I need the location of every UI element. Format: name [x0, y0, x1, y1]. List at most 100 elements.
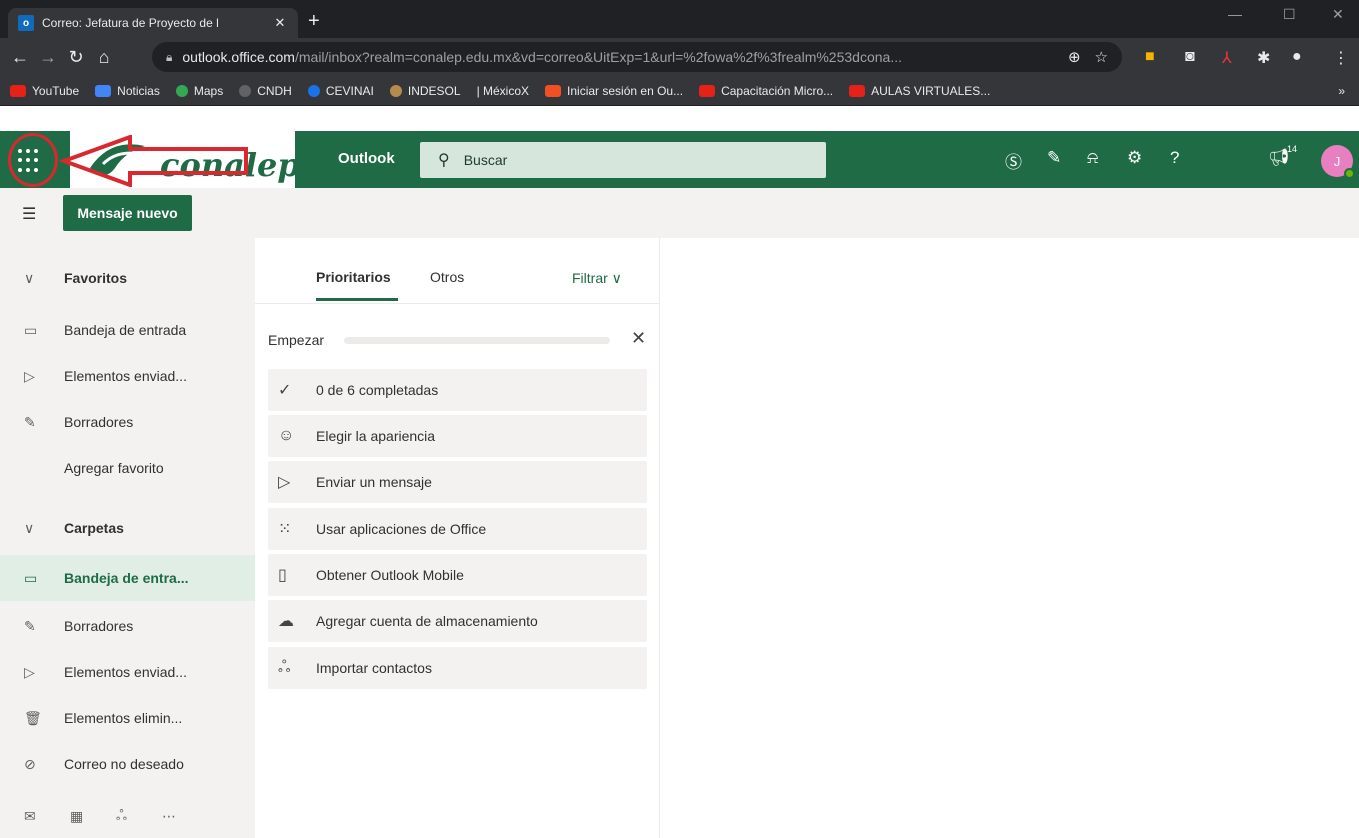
bookmarks-overflow-icon[interactable]: »	[1338, 84, 1345, 98]
sidebar-item-sent[interactable]: ▷ Elementos enviad...	[0, 649, 255, 695]
extensions-puzzle-icon[interactable]: ✱	[1257, 48, 1270, 68]
send-icon: ▷	[24, 367, 35, 384]
help-icon[interactable]: ?	[1170, 148, 1179, 168]
sidebar-item-favorite-inbox[interactable]: ▭ Bandeja de entrada	[0, 307, 255, 353]
sidebar-item-inbox[interactable]: ▭ Bandeja de entra...	[0, 555, 255, 601]
presence-status-icon	[1344, 168, 1355, 179]
new-message-button[interactable]: Mensaje nuevo	[63, 195, 192, 231]
people-icon: ஃ	[278, 659, 291, 676]
skype-icon[interactable]: Ⓢ	[1005, 148, 1022, 173]
send-icon: ▷	[278, 474, 291, 491]
bookmark-indesol[interactable]: INDESOL	[389, 84, 461, 98]
edge-icon	[307, 84, 320, 97]
bookmark-cevinai[interactable]: CEVINAI	[307, 84, 374, 98]
menu-kebab-icon[interactable]: ⋮	[1333, 48, 1349, 68]
check-icon: ✓	[278, 382, 292, 399]
reading-pane	[661, 238, 1359, 838]
calendar-icon[interactable]: ▦	[70, 808, 116, 825]
hamburger-menu-icon[interactable]: ☰	[22, 204, 36, 224]
pencil-icon: ✎	[24, 413, 36, 430]
search-icon: ⚲	[438, 152, 450, 169]
task-get-mobile[interactable]: ▯ Obtener Outlook Mobile	[268, 554, 647, 596]
settings-gear-icon[interactable]: ⚙	[1127, 148, 1142, 168]
bookmark-capacitacion[interactable]: Capacitación Micro...	[699, 84, 833, 98]
filter-button[interactable]: Filtrar ∨	[572, 270, 622, 287]
browser-toolbar: ← → ↻ ⌂ 🔒︎ outlook.office.com /mail/inbo…	[0, 38, 1359, 76]
youtube-icon	[10, 84, 26, 97]
sidebar-item-junk[interactable]: ⊘ Correo no deseado	[0, 741, 255, 787]
url-path: /mail/inbox?realm=conalep.edu.mx&vd=corr…	[294, 49, 902, 65]
home-icon[interactable]: ⌂	[90, 47, 118, 68]
more-icon[interactable]: ⋯	[162, 808, 208, 825]
blocked-icon: ⊘	[24, 755, 36, 772]
getting-started-progress	[344, 337, 610, 344]
close-window-icon[interactable]: ✕	[1332, 6, 1344, 23]
chevron-down-icon: ∨	[24, 269, 35, 286]
news-icon	[95, 84, 112, 97]
palette-icon: ☺	[278, 427, 295, 444]
search-placeholder: Buscar	[463, 152, 508, 168]
maximize-icon[interactable]: ☐	[1283, 6, 1296, 23]
bookmark-aulas[interactable]: AULAS VIRTUALES...	[849, 84, 990, 98]
task-send-message[interactable]: ▷ Enviar un mensaje	[268, 461, 647, 503]
task-choose-theme[interactable]: ☺ Elegir la apariencia	[268, 415, 647, 457]
minimize-icon[interactable]: —	[1228, 6, 1242, 22]
tab-title: Correo: Jefatura de Proyecto de l	[42, 16, 219, 30]
tab-focused[interactable]: Prioritarios	[316, 269, 391, 285]
bookmark-office[interactable]: Iniciar sesión en Ou...	[545, 84, 683, 98]
bookmark-maps[interactable]: Maps	[175, 84, 223, 98]
bookmarks-bar: YouTube Noticias Maps CNDH CEVINAI INDES…	[0, 76, 1359, 106]
my-day-icon[interactable]: ✎	[1047, 148, 1061, 168]
sidebar-item-favorite-drafts[interactable]: ✎ Borradores	[0, 399, 255, 445]
annotation-circle	[8, 133, 58, 187]
command-bar	[0, 188, 1359, 238]
task-use-office-apps[interactable]: ⁙ Usar aplicaciones de Office	[268, 508, 647, 550]
task-import-contacts[interactable]: ஃ Importar contactos	[268, 647, 647, 689]
app-name[interactable]: Outlook	[338, 150, 395, 167]
apps-icon: ⁙	[278, 521, 292, 538]
forward-icon[interactable]: →	[34, 47, 62, 68]
sidebar-item-deleted[interactable]: 🗑︎ Elementos elimin...	[0, 695, 255, 741]
zoom-icon[interactable]: ⊕	[1068, 48, 1081, 66]
bookmark-youtube[interactable]: YouTube	[10, 84, 79, 98]
active-tab-underline	[316, 298, 398, 301]
cloud-add-icon: ☁	[278, 613, 294, 630]
pdf-extension-icon[interactable]: ⅄	[1222, 48, 1232, 68]
address-bar[interactable]: 🔒︎ outlook.office.com /mail/inbox?realm=…	[152, 42, 1122, 72]
module-switcher: ✉ ▦ ஃ ⋯	[0, 795, 255, 838]
people-icon[interactable]: ஃ	[116, 807, 162, 826]
tab-close-icon[interactable]: ✕	[272, 15, 288, 31]
browser-tab-strip: o Correo: Jefatura de Proyecto de l ✕ + …	[0, 0, 1359, 38]
reload-icon[interactable]: ↻	[62, 47, 90, 68]
bookmark-noticias[interactable]: Noticias	[95, 84, 160, 98]
trash-icon: 🗑︎	[24, 709, 42, 726]
notifications-bell-icon[interactable]: ⍾	[1087, 148, 1098, 168]
browser-tab[interactable]: o Correo: Jefatura de Proyecto de l ✕	[8, 8, 298, 38]
back-icon[interactable]: ←	[6, 47, 34, 68]
profile-icon[interactable]: ●	[1292, 48, 1302, 66]
camera-extension-icon[interactable]: ◙	[1185, 48, 1195, 66]
indesol-icon	[389, 84, 402, 97]
tab-other[interactable]: Otros	[430, 269, 464, 285]
sidebar-item-drafts[interactable]: ✎ Borradores	[0, 603, 255, 649]
chevron-down-icon: ∨	[611, 270, 622, 286]
microsoft-icon	[545, 84, 562, 97]
folders-header[interactable]: ∨ Carpetas	[0, 505, 255, 551]
notification-count-badge: 14	[1287, 144, 1298, 154]
lock-icon: 🔒︎	[166, 49, 173, 64]
extension-icon[interactable]: ■	[1145, 48, 1155, 66]
youtube-icon	[699, 84, 716, 97]
mail-icon[interactable]: ✉	[24, 808, 70, 825]
bookmark-cndh[interactable]: CNDH	[239, 84, 292, 98]
sidebar-item-favorite-sent[interactable]: ▷ Elementos enviad...	[0, 353, 255, 399]
search-input[interactable]: ⚲ Buscar	[420, 142, 826, 178]
new-tab-button[interactable]: +	[308, 10, 320, 33]
favorites-header[interactable]: ∨ Favoritos	[0, 255, 255, 301]
phone-icon: ▯	[278, 567, 287, 584]
close-icon[interactable]: ✕	[631, 328, 646, 349]
bookmark-star-icon[interactable]: ☆	[1095, 48, 1108, 66]
bookmark-mexicox[interactable]: | MéxicoX	[477, 84, 529, 98]
add-favorite-link[interactable]: Agregar favorito	[0, 445, 255, 491]
task-add-storage[interactable]: ☁ Agregar cuenta de almacenamiento	[268, 600, 647, 642]
inbox-icon: ▭	[24, 321, 38, 338]
